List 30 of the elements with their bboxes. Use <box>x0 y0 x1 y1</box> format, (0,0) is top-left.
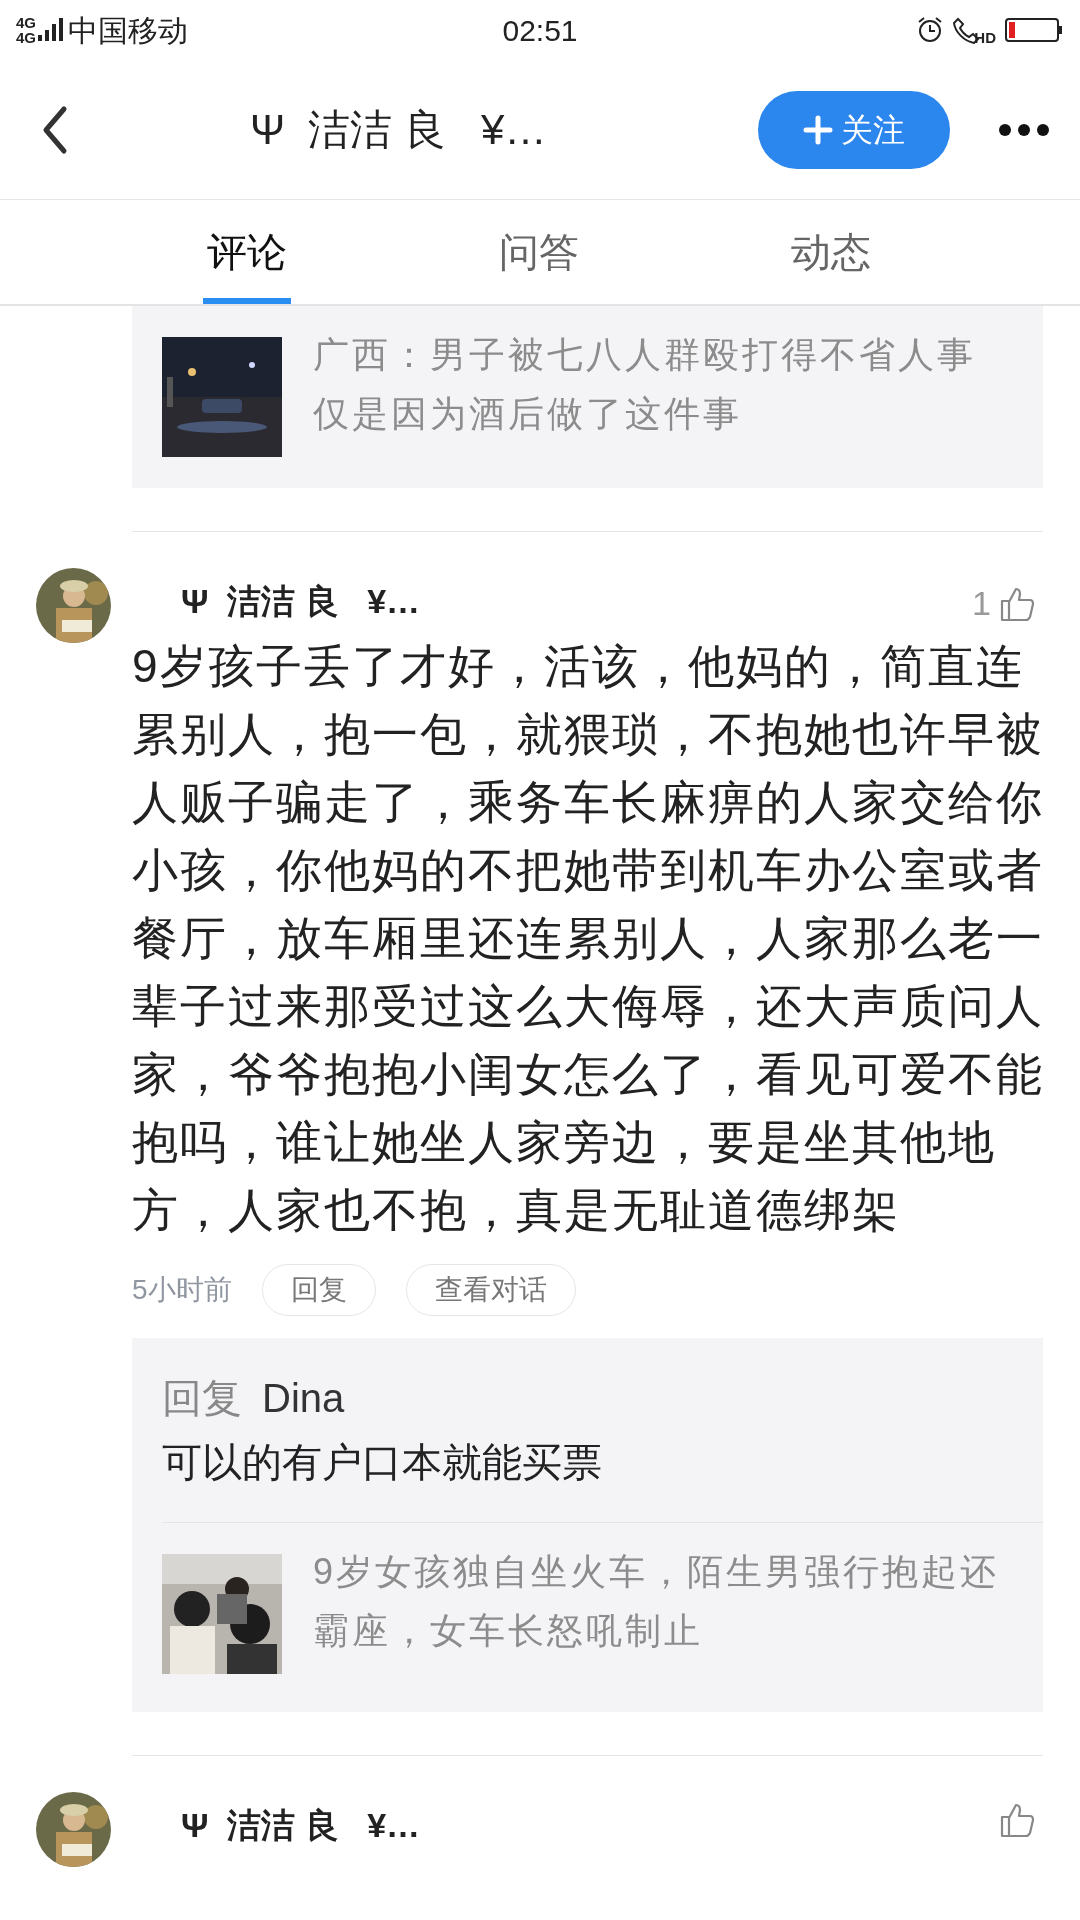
battery-icon <box>1004 16 1064 44</box>
more-icon <box>998 123 1050 138</box>
tab[interactable]: 动态 <box>751 200 911 304</box>
plus-icon <box>803 114 833 145</box>
comment-text: 9岁孩子丢了才好，活该，他妈的，简直连累别人，抱一包，就猥琐，不抱她也许早被人贩子骗走了，乘务车长麻痹的人家交给你小孩，你他妈的不把她带到机车办公室或者餐厅，放车厢里还连累别人，人家那么老一辈子过来那受过这么大侮辱，还大声质问人家，爷爷抱抱小闺女怎么了，看见可爱不能抱吗，谁让她坐人家旁边，要是坐其他地方，人家也不抱，真是无耻道德绑架 <box>132 639 1045 1238</box>
author-name[interactable]: Ψ 洁洁 良 ¥… <box>181 576 421 627</box>
like-button[interactable] <box>999 1802 1035 1838</box>
comment-time: 5小时前 <box>132 1273 232 1307</box>
tab[interactable]: 问答 <box>459 200 619 304</box>
signal-icon <box>36 17 64 43</box>
author-name[interactable]: Ψ 洁洁 良 ¥… <box>181 1800 421 1851</box>
like-button[interactable]: 1 <box>972 578 1035 629</box>
article-title[interactable]: 9岁女孩独自坐火车，陌生男强行抱起还霸座，女车长怒吼制止 <box>313 1542 1013 1660</box>
network-label: 4G <box>16 15 36 30</box>
reply-label: 回复 Dina <box>162 1375 346 1422</box>
thumbs-up-icon <box>999 585 1035 622</box>
page-title: Ψ 洁洁 良 ¥… <box>250 105 547 155</box>
thumbs-up-icon <box>999 1802 1035 1838</box>
article-card[interactable]: 广西：男子被七八人群殴打得不省人事仅是因为酒后做了这件事 <box>132 306 1043 488</box>
carrier-name: 中国移动 <box>68 12 188 49</box>
tab[interactable]: 评论 <box>167 200 327 304</box>
article-link[interactable]: 9岁女孩独自坐火车，陌生男强行抱起还霸座，女车长怒吼制止 <box>132 1523 1043 1712</box>
status-time: 02:51 <box>502 12 578 49</box>
hd-label: HD <box>974 29 996 45</box>
comment-action-button[interactable]: 查看对话 <box>405 1264 576 1316</box>
article-title[interactable]: 广西：男子被七八人群殴打得不省人事仅是因为酒后做了这件事 <box>313 325 1013 443</box>
comment-action-button[interactable]: 回复 <box>261 1264 376 1316</box>
network-label: 4G <box>16 30 36 45</box>
reply-text: 可以的有户口本就能买票 <box>162 1439 603 1486</box>
follow-button[interactable]: 关注 <box>758 90 950 169</box>
